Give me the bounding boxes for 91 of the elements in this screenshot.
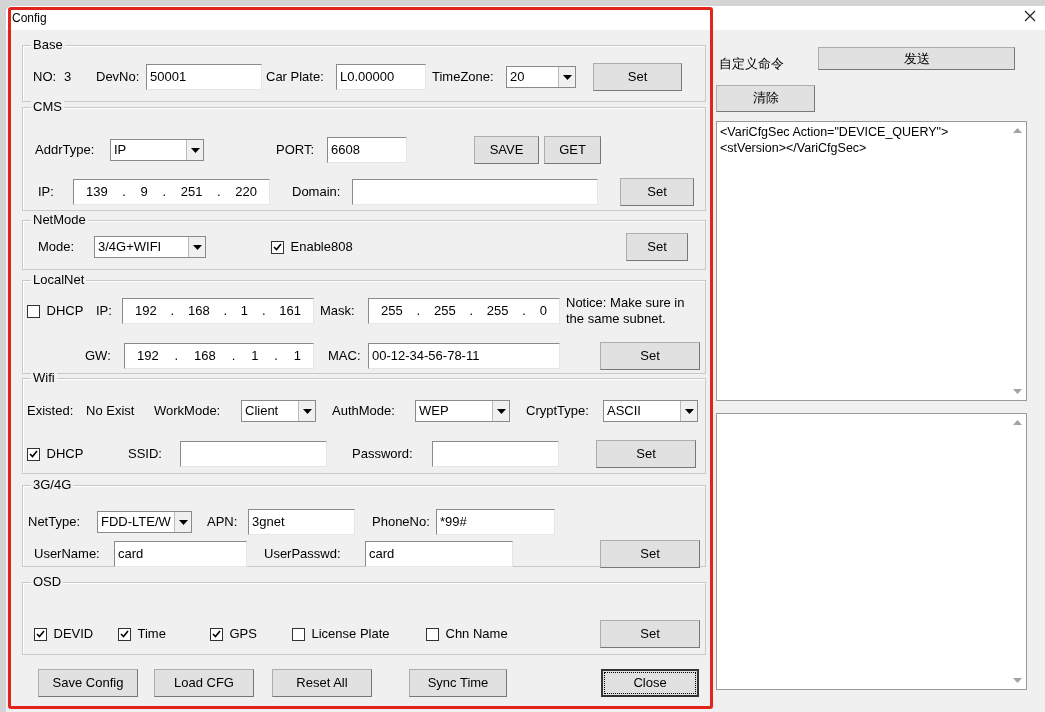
clear-button[interactable]: 清除 (716, 84, 815, 112)
field-label: AddrType: (35, 141, 96, 160)
footer-button[interactable]: Sync Time (409, 669, 507, 697)
text-field[interactable] (180, 441, 327, 467)
ip-address-field[interactable]: 192 . 168 . 1 . 161 (122, 298, 314, 324)
set-button[interactable]: Set (600, 620, 700, 648)
field-label: NO: (33, 68, 58, 87)
field-label: Existed: (27, 402, 75, 421)
checkbox-label: Time (137, 625, 166, 644)
field-label: Password: (352, 445, 414, 464)
text-field[interactable]: 6608 (327, 137, 407, 163)
text-field[interactable]: card (365, 541, 513, 567)
set-button[interactable]: Set (620, 178, 694, 206)
ip-address-field[interactable]: 255 . 255 . 255 . 0 (368, 298, 560, 324)
field-label: IP: (96, 302, 113, 321)
checkbox[interactable] (27, 447, 40, 461)
set-button[interactable]: Set (593, 63, 682, 91)
set-button[interactable]: Set (600, 342, 700, 370)
field-label: Car Plate: (266, 68, 325, 87)
field-label: Domain: (292, 183, 342, 202)
dropdown-arrow-icon[interactable] (684, 408, 694, 414)
footer-button[interactable]: Save Config (38, 669, 138, 697)
field-label: PORT: (276, 141, 316, 160)
dropdown[interactable]: Client (241, 400, 316, 422)
text-field[interactable]: 50001 (146, 64, 262, 90)
text-field[interactable]: card (114, 541, 247, 567)
dropdown-arrow-icon[interactable] (302, 408, 312, 414)
field-label: AuthMode: (332, 402, 396, 421)
send-button[interactable]: 发送 (818, 47, 1015, 71)
set-button[interactable]: Set (600, 540, 700, 568)
checkbox[interactable] (118, 627, 131, 641)
set-button[interactable]: Set (596, 440, 696, 468)
text-field[interactable]: 3gnet (248, 509, 355, 535)
value-text: 3 (64, 68, 73, 87)
text-field[interactable]: 00-12-34-56-78-11 (368, 343, 560, 369)
checkbox[interactable] (27, 304, 40, 318)
dropdown-arrow-icon[interactable] (562, 74, 572, 80)
dropdown[interactable]: 3/4G+WIFI (94, 236, 206, 258)
dropdown[interactable]: 20 (506, 66, 576, 88)
checkbox-label: License Plate (311, 625, 390, 644)
checkbox[interactable] (34, 627, 47, 641)
ip-address-field[interactable]: 192 . 168 . 1 . 1 (124, 343, 314, 369)
field-label: DevNo: (96, 68, 141, 87)
text-field[interactable] (432, 441, 559, 467)
set-button[interactable]: GET (544, 136, 601, 164)
footer-button[interactable]: Reset All (272, 669, 372, 697)
window-title: Config (12, 11, 47, 25)
close-icon[interactable] (1024, 10, 1036, 22)
field-label: UserName: (34, 545, 101, 564)
checkbox-label: DEVID (53, 625, 94, 644)
footer-button[interactable]: Close (601, 669, 699, 697)
ip-address-field[interactable]: 139 . 9 . 251 . 220 (73, 179, 270, 205)
field-label: PhoneNo: (372, 513, 431, 532)
field-label: Mode: (38, 238, 76, 257)
checkbox-label: GPS (229, 625, 257, 644)
checkbox-label: Enable808 (290, 238, 353, 257)
text-field[interactable]: L0.00000 (336, 64, 426, 90)
checkbox-label: DHCP (46, 445, 84, 464)
field-label: NetType: (28, 513, 82, 532)
checkbox[interactable] (271, 240, 284, 254)
dropdown-arrow-icon[interactable] (178, 519, 188, 525)
value-text: No Exist (86, 402, 136, 421)
dropdown[interactable]: IP (110, 139, 204, 161)
dropdown[interactable]: WEP (415, 400, 510, 422)
dropdown[interactable]: FDD-LTE/W (97, 511, 192, 533)
checkbox-label: Chn Name (445, 625, 508, 644)
field-label: Mask: (320, 302, 356, 321)
field-label: UserPasswd: (264, 545, 342, 564)
field-label: WorkMode: (154, 402, 222, 421)
notice-text: Notice: Make sure in the same subnet. (566, 295, 686, 327)
field-label: TimeZone: (432, 68, 495, 87)
field-label: SSID: (128, 445, 163, 464)
dropdown-arrow-icon[interactable] (192, 244, 202, 250)
field-label: CryptType: (526, 402, 590, 421)
field-label: APN: (207, 513, 239, 532)
checkbox[interactable] (426, 627, 439, 641)
text-field[interactable]: *99# (436, 509, 555, 535)
checkbox[interactable] (292, 627, 305, 641)
field-label: GW: (85, 347, 112, 366)
footer-button[interactable]: Load CFG (154, 669, 254, 697)
set-button[interactable]: Set (626, 233, 688, 261)
set-button[interactable]: SAVE (474, 136, 539, 164)
field-label: IP: (38, 183, 55, 202)
text-field[interactable] (352, 179, 598, 205)
dropdown-arrow-icon[interactable] (496, 408, 506, 414)
dropdown-arrow-icon[interactable] (190, 147, 200, 153)
checkbox[interactable] (210, 627, 223, 641)
field-label: MAC: (328, 347, 362, 366)
dropdown[interactable]: ASCII (603, 400, 698, 422)
checkbox-label: DHCP (46, 302, 84, 321)
command-label: 自定义命令 (718, 55, 785, 73)
